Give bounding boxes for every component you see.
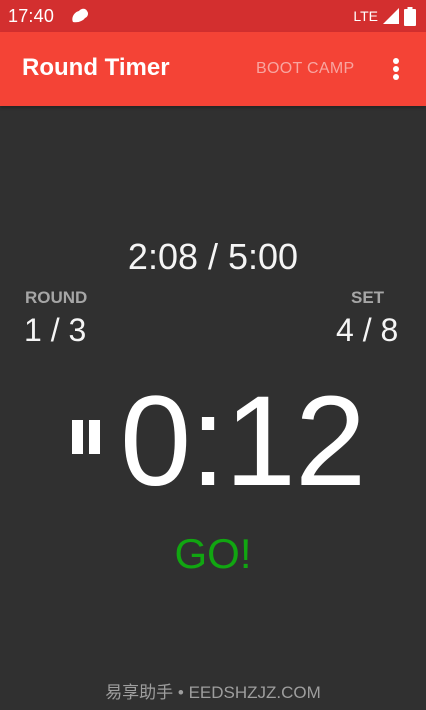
set-label: SET [351,288,385,307]
battery-icon [404,6,416,26]
pause-icon[interactable] [72,420,106,454]
signal-icon [383,8,399,24]
total-time-display: 2:08 / 5:00 [127,236,299,277]
watermark: 易享助手 • EEDSHZJZ.COM [105,683,321,702]
set-value: 4 / 8 [336,312,399,348]
round-value: 1 / 3 [24,312,87,348]
status-indicators: LTE [353,6,416,26]
app-notification-icon [72,8,89,23]
countdown-display[interactable]: 0:12 [120,372,366,512]
pause-bar-right [89,420,100,454]
app-bar: Round Timer BOOT CAMP [0,32,426,106]
overflow-menu-icon[interactable] [382,50,410,88]
round-label: ROUND [25,288,88,307]
phase-label: GO! [174,530,252,577]
status-time: 17:40 [8,6,55,26]
status-bar: 17:40 LTE [0,0,426,32]
network-type-label: LTE [353,8,378,24]
preset-button[interactable]: BOOT CAMP [256,60,354,78]
pause-bar-left [72,420,83,454]
app-title: Round Timer [22,54,170,81]
